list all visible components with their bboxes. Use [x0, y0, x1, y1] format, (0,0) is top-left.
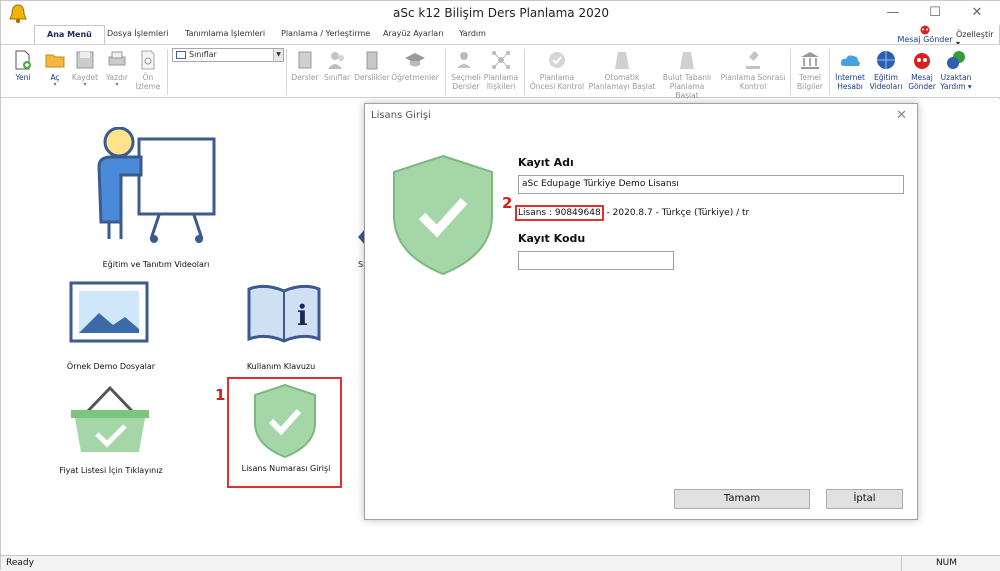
- relations-icon: [492, 51, 510, 69]
- cloud-plan-icon: [680, 52, 694, 69]
- window-title: aSc k12 Bilişim Ders Planlama 2020: [393, 6, 609, 20]
- preview-icon: [141, 50, 155, 70]
- ribbon-separator: [790, 49, 791, 95]
- pre-planning-check-button[interactable]: Planlama Öncesi Kontrol: [527, 49, 587, 91]
- shopping-basket-icon: [71, 385, 149, 452]
- save-disk-icon: [76, 51, 94, 69]
- globe-icon: [877, 51, 895, 69]
- training-videos-button[interactable]: Eğitim Videoları: [868, 49, 904, 91]
- graduation-cap-icon: [405, 53, 425, 67]
- table-icon: [176, 51, 186, 59]
- ribbon-tabs: Ana Menü Dosya İşlemleri Tanımlama İşlem…: [1, 25, 1000, 45]
- image-file-icon: [69, 281, 149, 343]
- maximize-button[interactable]: ☐: [915, 1, 955, 25]
- internet-account-button[interactable]: İnternet Hesabı: [832, 49, 868, 91]
- subjects-icon: [298, 51, 312, 69]
- dialog-close-icon[interactable]: ✕: [896, 108, 907, 123]
- elective-subjects-button[interactable]: Seçmeli Dersler: [449, 49, 483, 91]
- folder-icon: [45, 54, 65, 68]
- robot-icon: [914, 53, 930, 69]
- registration-code-input[interactable]: [518, 251, 674, 270]
- registration-name-input[interactable]: aSc Edupage Türkiye Demo Lisansı: [518, 175, 904, 194]
- tile-price-list[interactable]: Fiyat Listesi İçin Tıklayınız: [41, 384, 181, 479]
- new-button[interactable]: Yeni: [8, 49, 38, 82]
- tab-ana-menu[interactable]: Ana Menü: [34, 25, 105, 45]
- post-planning-check-button[interactable]: Planlama Sonrası Kontrol: [718, 49, 788, 91]
- annotation-number-1: 1: [215, 386, 226, 404]
- open-button[interactable]: Aç ▾: [41, 49, 69, 88]
- auto-plan-icon: [615, 52, 629, 69]
- classrooms-button[interactable]: Derslikler: [353, 49, 391, 82]
- message-send-button[interactable]: Mesaj Gönder: [904, 49, 940, 91]
- teachers-button[interactable]: Öğretmenler: [391, 49, 439, 82]
- app-window: aSc k12 Bilişim Ders Planlama 2020 — ☐ ✕…: [0, 0, 1000, 571]
- tile-demo-files-label: Örnek Demo Dosyalar: [66, 362, 156, 371]
- tab-arayuz-ayarlari[interactable]: Arayüz Ayarları: [383, 29, 444, 38]
- registration-name-label: Kayıt Adı: [518, 156, 574, 169]
- license-info-line: Lisans : 90849648 - 2020.8.7 - Türkçe (T…: [515, 205, 750, 221]
- tile-price-list-label: Fiyat Listesi İçin Tıklayınız: [59, 466, 163, 475]
- tile-user-manual-label: Kullanım Klavuzu: [246, 362, 316, 371]
- tile-training-videos-label: Eğitim ve Tanıtım Videoları: [102, 260, 210, 269]
- save-button[interactable]: Kaydet ▾: [69, 49, 101, 88]
- building-icon: [801, 52, 819, 69]
- tile-training-videos[interactable]: Eğitim ve Tanıtım Videoları: [71, 127, 241, 272]
- ribbon-separator: [286, 49, 287, 95]
- book-info-icon: i: [247, 284, 321, 343]
- registration-code-label: Kayıt Kodu: [518, 232, 586, 245]
- license-number: Lisans : 90849648: [515, 205, 604, 221]
- ribbon: Yeni Aç ▾ Kaydet ▾ Yazdır ▾ Ön İzleme Sınıfl…: [1, 44, 1000, 100]
- presentation-board-icon: [97, 127, 216, 243]
- classes-button[interactable]: Sınıflar: [321, 49, 353, 82]
- tile-user-manual[interactable]: i Kullanım Klavuzu: [211, 279, 351, 379]
- print-button[interactable]: Yazdır ▾: [102, 49, 132, 88]
- ribbon-separator: [445, 49, 446, 95]
- message-send-top[interactable]: Mesaj Gönder: [897, 25, 953, 44]
- annotation-number-2: 2: [502, 194, 513, 212]
- subjects-button[interactable]: Dersler: [289, 49, 321, 82]
- status-ready: Ready: [6, 558, 34, 568]
- ribbon-separator: [524, 49, 525, 95]
- message-send-label: Mesaj Gönder: [897, 35, 953, 44]
- chevron-down-icon: ▼: [273, 49, 283, 61]
- license-version-info: - 2020.8.7 - Türkçe (Türkiye) / tr: [606, 208, 750, 218]
- remote-help-icon: [947, 51, 965, 69]
- elective-icon: [457, 52, 471, 68]
- printer-icon: [108, 51, 126, 66]
- planning-relations-button[interactable]: Planlama İlişkileri: [483, 49, 519, 91]
- preview-button[interactable]: Ön İzleme: [133, 49, 163, 91]
- ribbon-separator: [167, 49, 168, 95]
- check-circle-icon: [549, 52, 565, 68]
- svg-text:i: i: [297, 299, 308, 332]
- tab-yardim[interactable]: Yardım: [459, 29, 486, 38]
- license-dialog: Lisans Girişi ✕ Kayıt Adı aSc Edupage Tü…: [364, 103, 918, 520]
- dialog-title: Lisans Girişi: [371, 110, 431, 121]
- tab-planlama-yerlestirme[interactable]: Planlama / Yerleştirme: [281, 29, 370, 38]
- classes-icon: [328, 52, 344, 69]
- classrooms-icon: [366, 51, 378, 70]
- tab-tanimlama-islemleri[interactable]: Tanımlama İşlemleri: [185, 29, 265, 38]
- cloud-planning-button[interactable]: Bulut Tabanlı Planlama Başlat: [657, 49, 717, 100]
- remote-help-button[interactable]: Uzaktan Yardım ▾: [938, 49, 974, 91]
- gavel-icon: [746, 51, 760, 69]
- cancel-button[interactable]: İptal: [826, 489, 903, 509]
- shield-check-icon: [393, 154, 493, 276]
- status-num: NUM: [901, 556, 991, 571]
- message-robot-icon: [920, 25, 930, 35]
- status-bar: Ready NUM: [1, 555, 1000, 571]
- ribbon-separator: [829, 49, 830, 95]
- new-file-icon: [15, 50, 31, 70]
- tile-demo-files[interactable]: Örnek Demo Dosyalar: [41, 279, 181, 379]
- auto-planning-button[interactable]: Otomatik Planlamayı Başlat: [588, 49, 656, 91]
- minimize-button[interactable]: —: [873, 1, 913, 25]
- cloud-icon: [840, 55, 860, 66]
- close-button[interactable]: ✕: [957, 1, 997, 25]
- annotation-box-1: [227, 377, 342, 488]
- basic-info-button[interactable]: Temel Bilgiler: [793, 49, 827, 91]
- ok-button[interactable]: Tamam: [674, 489, 810, 509]
- view-combo[interactable]: Sınıflar ▼: [172, 48, 284, 62]
- title-bar: aSc k12 Bilişim Ders Planlama 2020 — ☐ ✕: [1, 1, 1000, 25]
- tab-dosya-islemleri[interactable]: Dosya İşlemleri: [107, 29, 169, 38]
